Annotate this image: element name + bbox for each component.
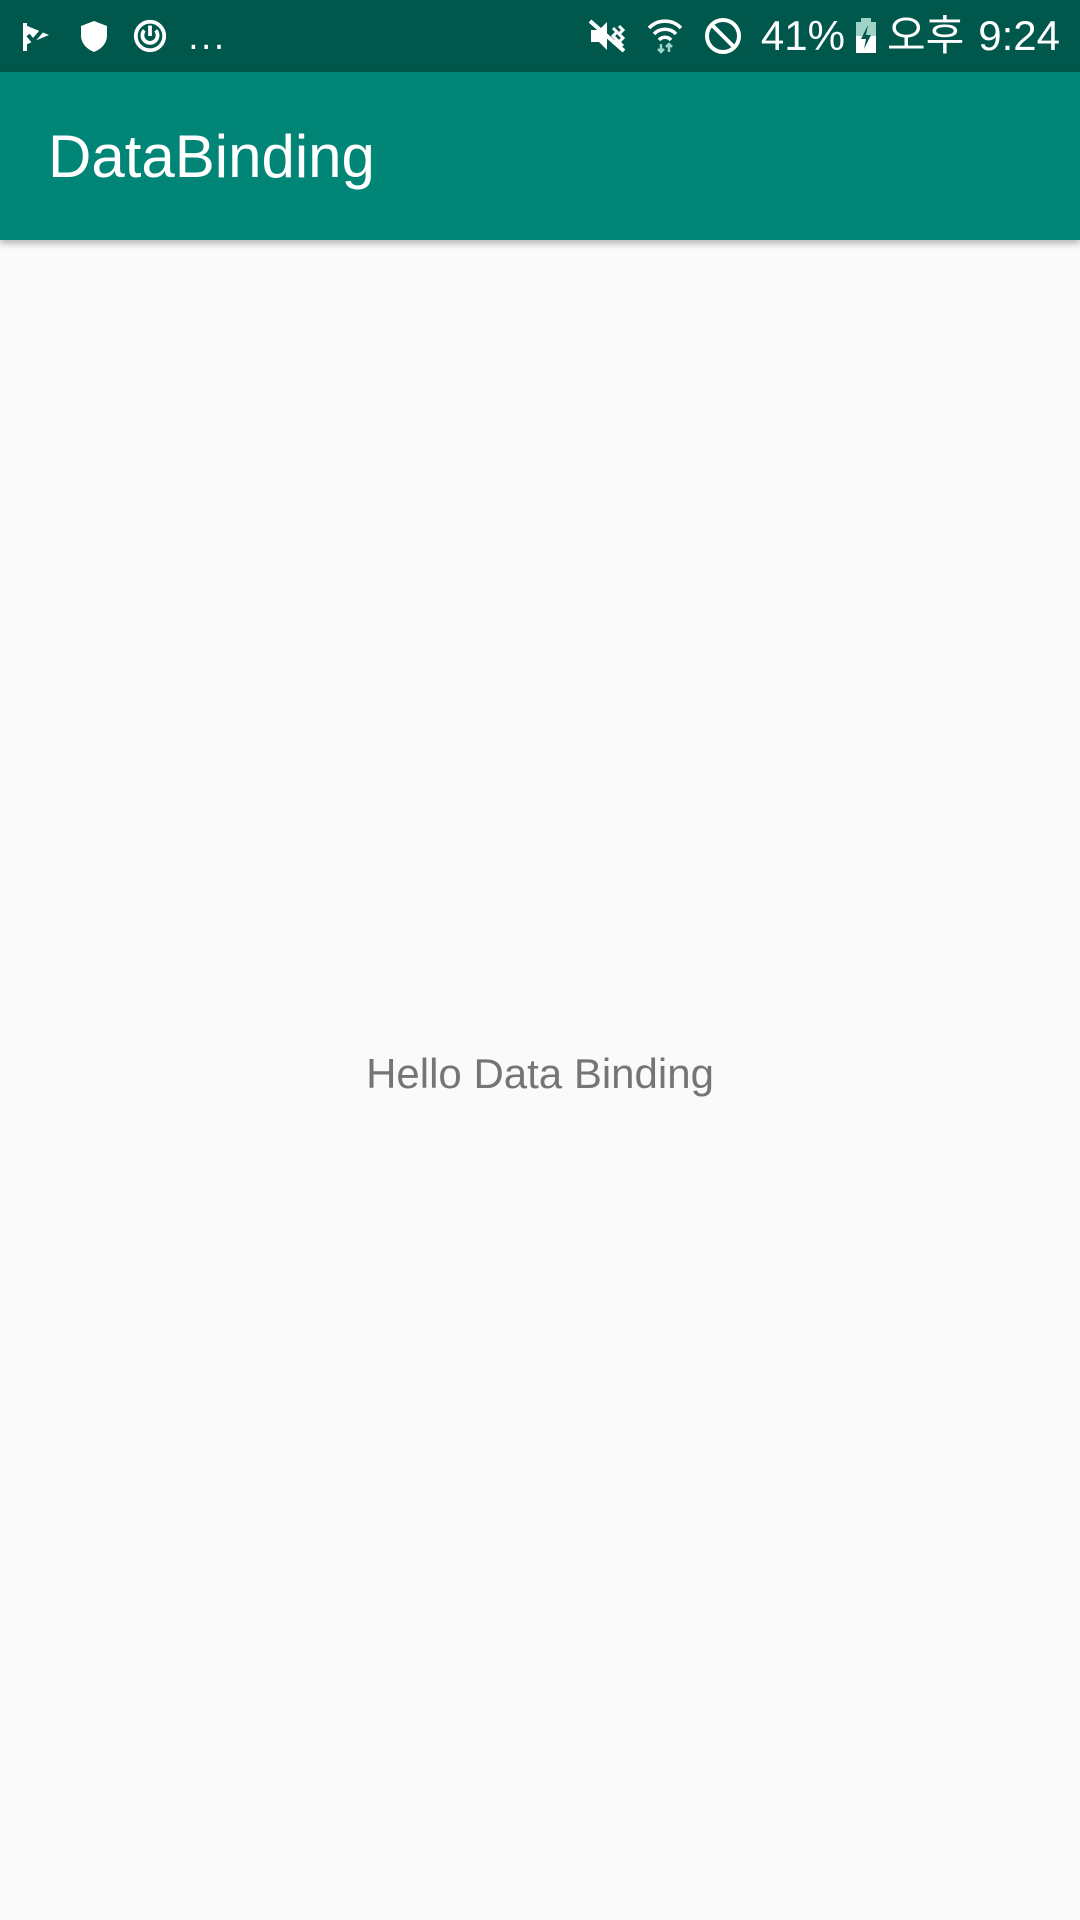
main-content: Hello Data Binding — [0, 240, 1080, 1920]
do-not-disturb-icon — [703, 16, 743, 56]
status-time: 9:24 — [978, 12, 1060, 59]
status-overflow: ... — [188, 18, 227, 58]
mute-vibrate-icon — [587, 16, 627, 56]
battery-charging-icon — [855, 16, 877, 56]
status-left-icons: ... — [20, 0, 226, 72]
battery-percent: 41% — [760, 12, 845, 59]
app-title: DataBinding — [48, 122, 375, 190]
app-bar: DataBinding — [0, 72, 1080, 240]
hello-message: Hello Data Binding — [366, 1050, 714, 1097]
status-bar: ... 41% 오후 9:24 — [0, 0, 1080, 72]
wifi-icon — [645, 16, 685, 56]
shield-icon — [76, 18, 112, 54]
status-ampm: 오후 — [886, 12, 965, 59]
check-flag-icon — [20, 18, 56, 54]
power-icon — [132, 18, 168, 54]
status-right-icons: 41% 오후 9:24 — [587, 0, 1060, 72]
